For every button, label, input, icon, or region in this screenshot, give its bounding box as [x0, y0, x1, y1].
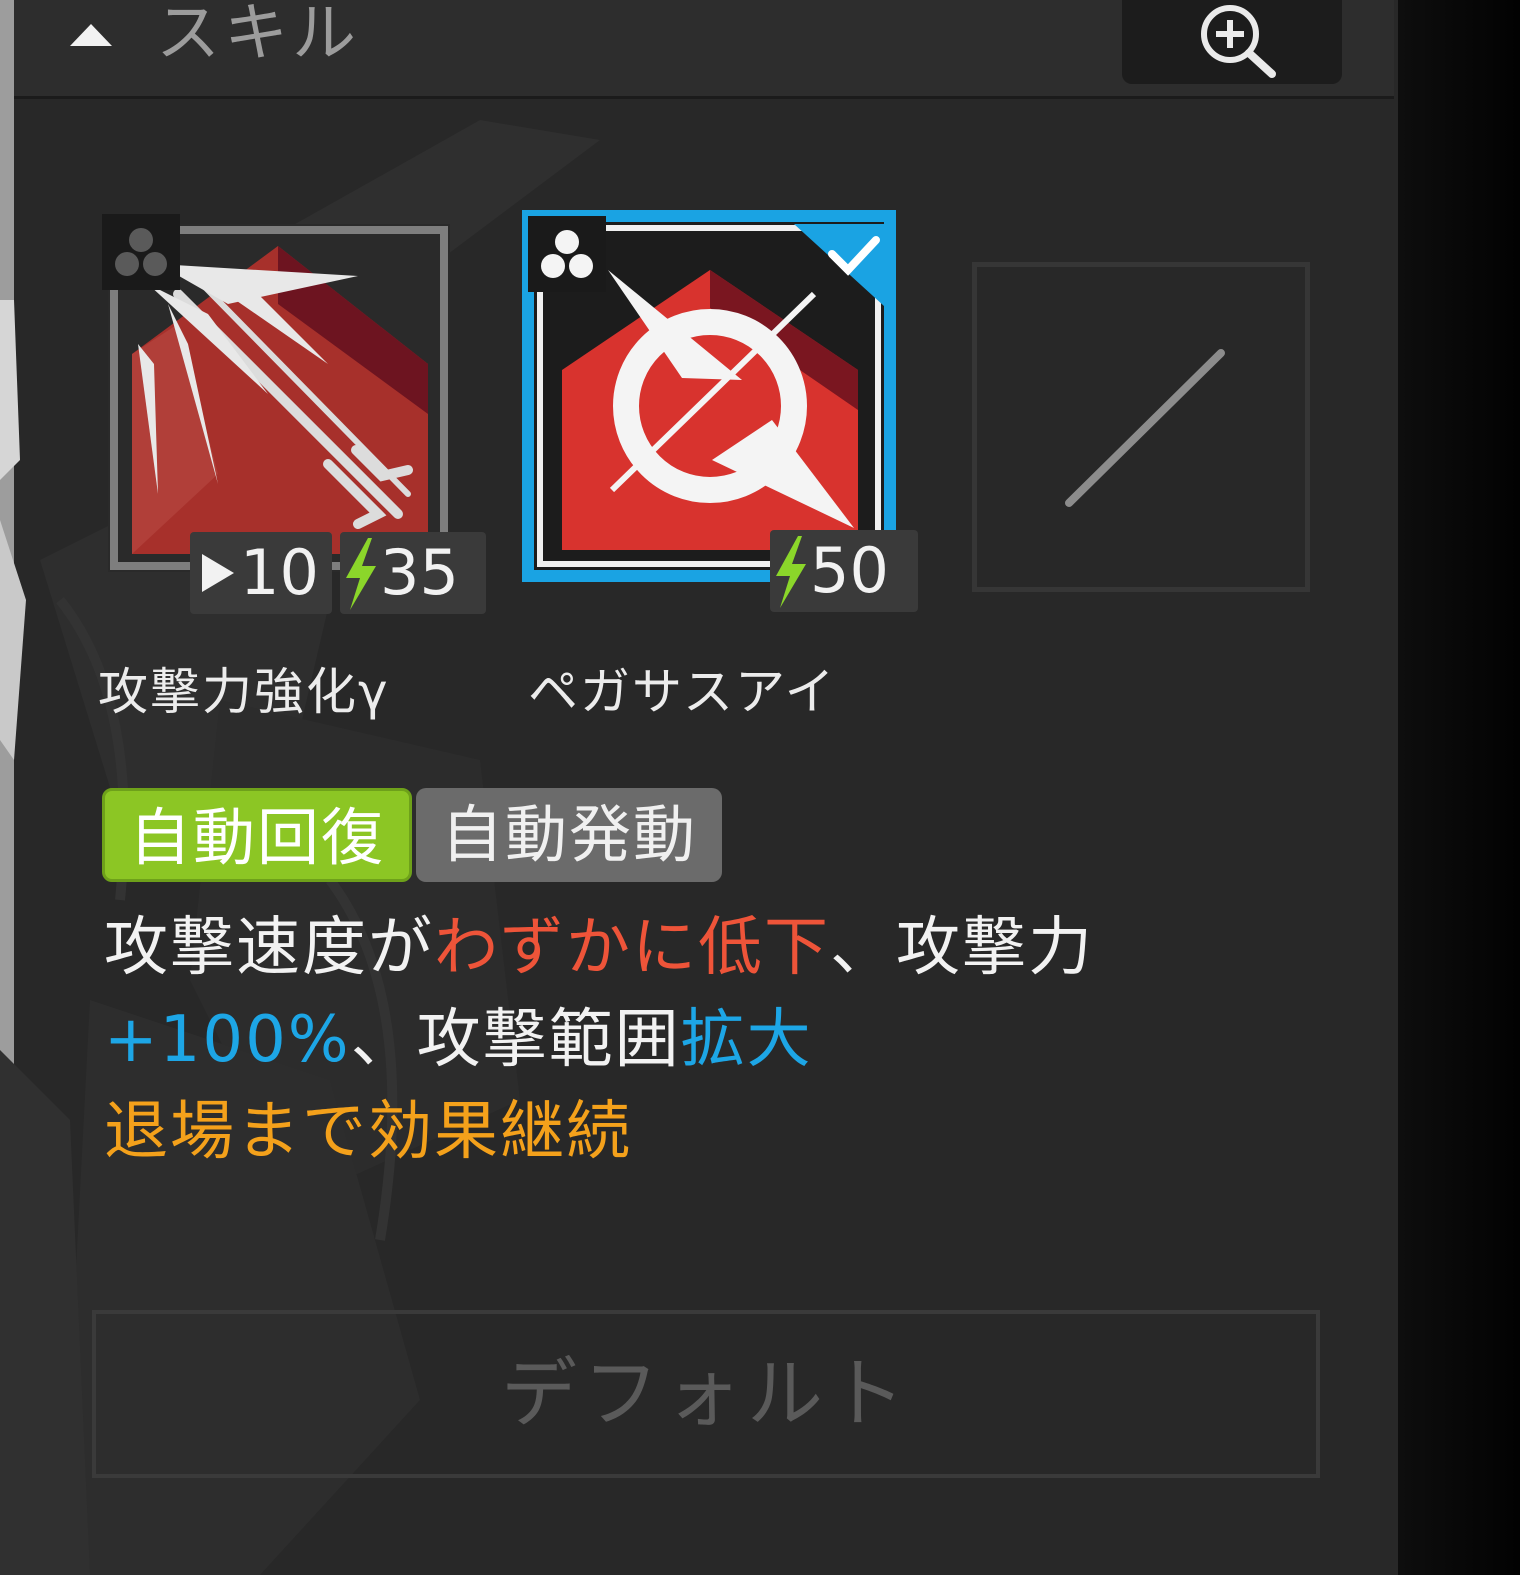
cost-stat: 35	[340, 532, 486, 614]
duration-stat: 10	[190, 532, 332, 614]
cost-value: 50	[810, 534, 889, 607]
empty-slash-icon	[1065, 349, 1225, 507]
skill-name: ペガサスアイ	[528, 663, 837, 721]
desc-text: 、攻撃範囲	[350, 1003, 681, 1077]
skill-card-pegasus-eye[interactable]: 50 ペガサスアイ	[522, 210, 922, 721]
side-shade	[1398, 0, 1520, 1575]
duration-value: 10	[240, 536, 319, 609]
three-dots-icon	[541, 230, 593, 278]
lightning-icon	[776, 536, 806, 608]
skill-panel: スキル 10 35 攻撃力強化γ 50 ペガサスアイ 自動回復 自動発動 攻撃速…	[0, 0, 1398, 1575]
header-bar: スキル	[14, 0, 1394, 99]
tag-auto-trigger: 自動発動	[416, 788, 722, 882]
section-title: スキル	[156, 0, 360, 71]
cost-value: 35	[380, 536, 459, 609]
skill-description: 攻撃速度がわずかに低下、攻撃力 +100%、攻撃範囲拡大 退場まで効果継続	[104, 902, 1334, 1178]
default-button[interactable]: デフォルト	[92, 1310, 1320, 1478]
lightning-icon	[346, 538, 376, 610]
zoom-in-icon	[1201, 5, 1276, 78]
desc-highlight-buff: +100%	[104, 1003, 351, 1077]
skill-name: 攻撃力強化γ	[98, 663, 390, 721]
desc-duration: 退場まで効果継続	[104, 1095, 632, 1169]
triangle-up-icon[interactable]	[66, 20, 116, 50]
desc-text: 攻撃速度が	[104, 911, 434, 985]
tag-auto-recovery: 自動回復	[102, 788, 412, 882]
cost-stat: 50	[770, 530, 918, 612]
play-icon	[202, 554, 234, 592]
skill-type-badge	[102, 214, 180, 290]
desc-highlight-debuff: わずかに低下	[434, 911, 830, 985]
desc-highlight-buff: 拡大	[680, 1003, 813, 1077]
zoom-button[interactable]	[1122, 0, 1342, 84]
three-dots-icon	[115, 228, 167, 276]
skill-card-attack-boost[interactable]: 10 35 攻撃力強化γ	[98, 212, 490, 721]
empty-skill-slot[interactable]	[972, 262, 1310, 592]
skill-type-badge	[528, 216, 606, 292]
desc-text: 、攻撃力	[830, 911, 1094, 985]
